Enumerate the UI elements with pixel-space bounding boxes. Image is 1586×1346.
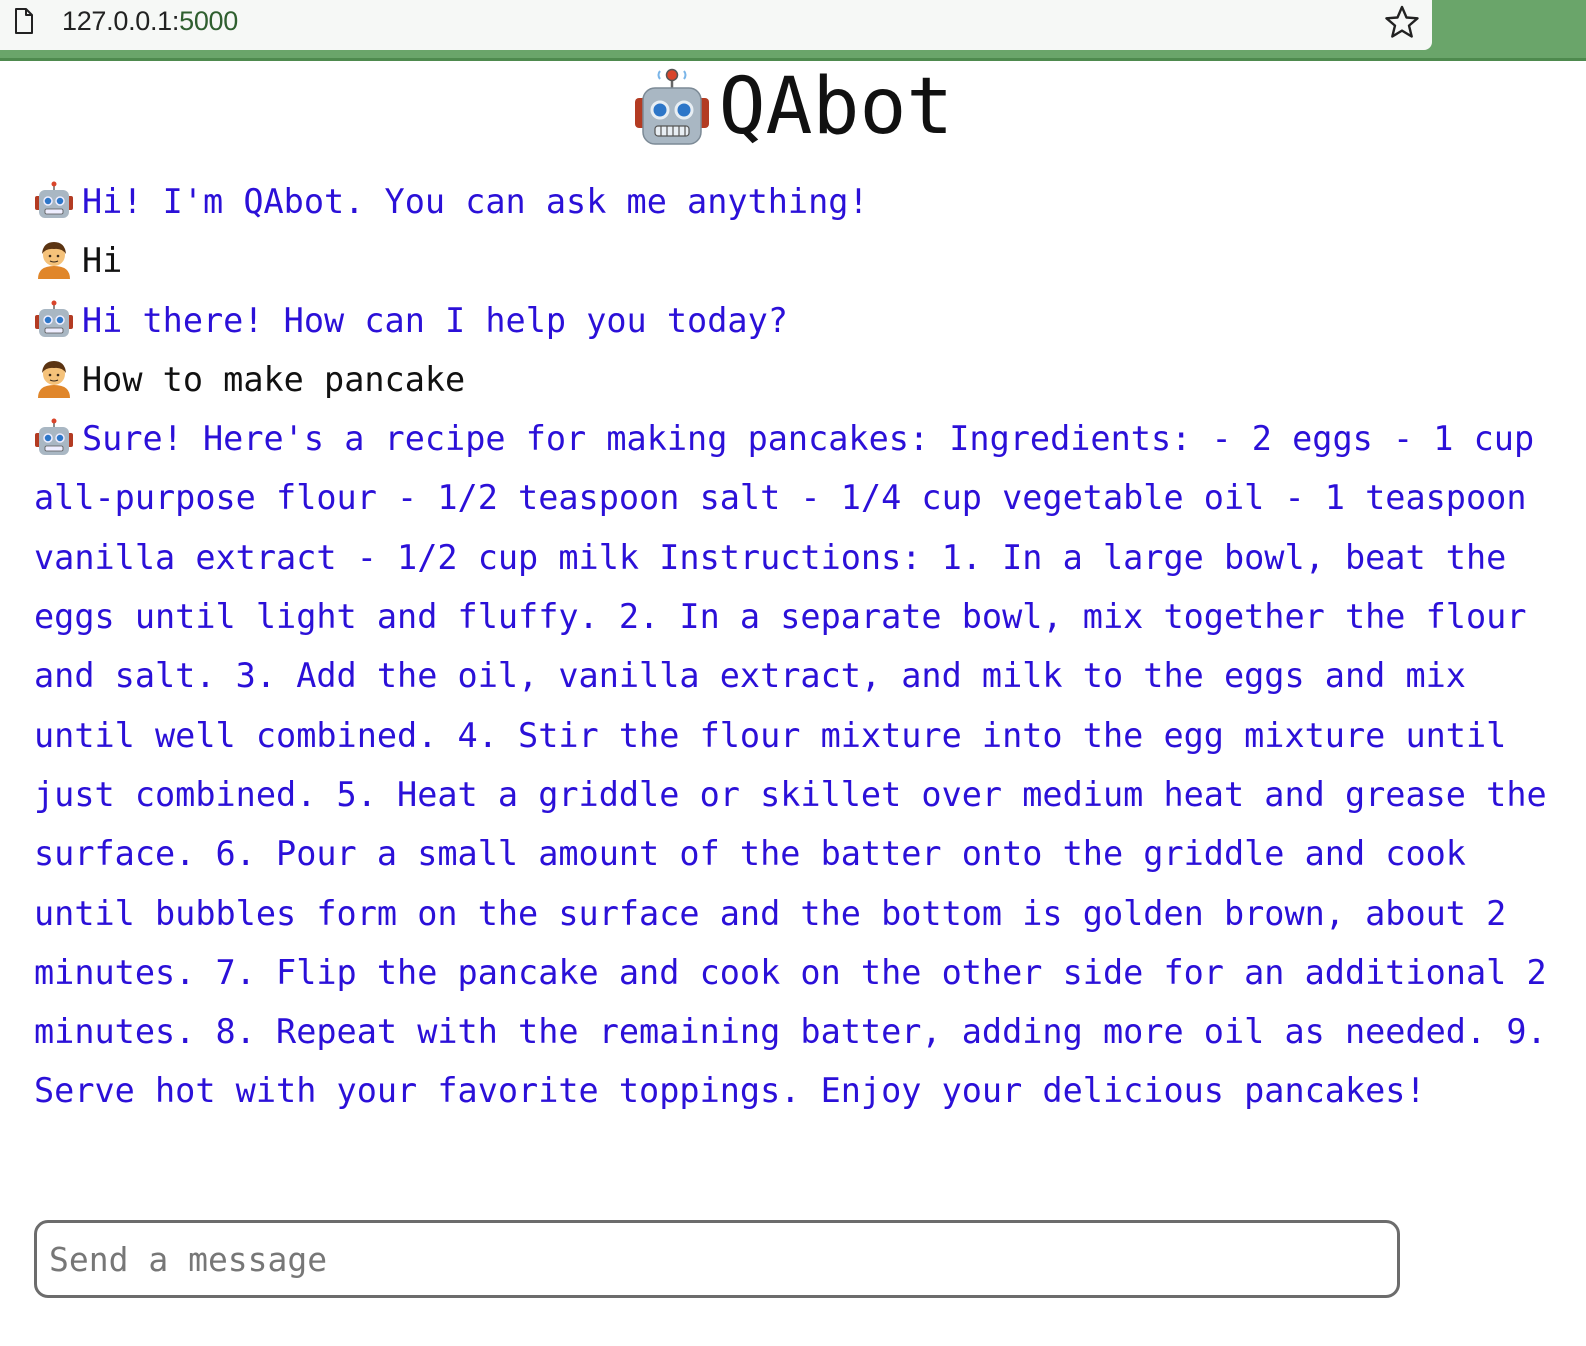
url-text[interactable]: 127.0.0.1:5000 xyxy=(62,6,238,36)
chat-log: Hi! I'm QAbot. You can ask me anything! … xyxy=(34,172,1558,1121)
message-text: Hi there! How can I help you today? xyxy=(82,300,788,340)
person-icon xyxy=(38,360,70,398)
user-message: Hi xyxy=(34,231,1558,290)
message-text: Hi! I'm QAbot. You can ask me anything! xyxy=(82,182,869,221)
robot-icon xyxy=(35,418,73,456)
address-bar[interactable]: 127.0.0.1:5000 xyxy=(0,0,1432,50)
person-icon xyxy=(38,242,70,280)
page-title: QAbot xyxy=(718,62,954,152)
header: QAbot xyxy=(0,62,1586,152)
message-text: Sure! Here's a recipe for making pancake… xyxy=(34,419,1547,1111)
chrome-divider xyxy=(0,58,1586,61)
robot-icon xyxy=(35,300,73,337)
user-message: How to make pancake xyxy=(34,350,1558,409)
url-port: 5000 xyxy=(179,6,238,36)
star-icon[interactable] xyxy=(1382,3,1422,43)
message-text: How to make pancake xyxy=(82,359,466,399)
bot-message: Sure! Here's a recipe for making pancake… xyxy=(34,409,1558,1121)
page-icon xyxy=(15,8,33,34)
message-text: Hi xyxy=(82,241,123,281)
bot-message: Hi! I'm QAbot. You can ask me anything! xyxy=(34,172,1558,231)
bot-message: Hi there! How can I help you today? xyxy=(34,291,1558,350)
message-input[interactable] xyxy=(34,1220,1400,1298)
robot-icon xyxy=(634,68,709,145)
url-host: 127.0.0.1: xyxy=(62,6,180,36)
robot-icon xyxy=(35,181,73,218)
